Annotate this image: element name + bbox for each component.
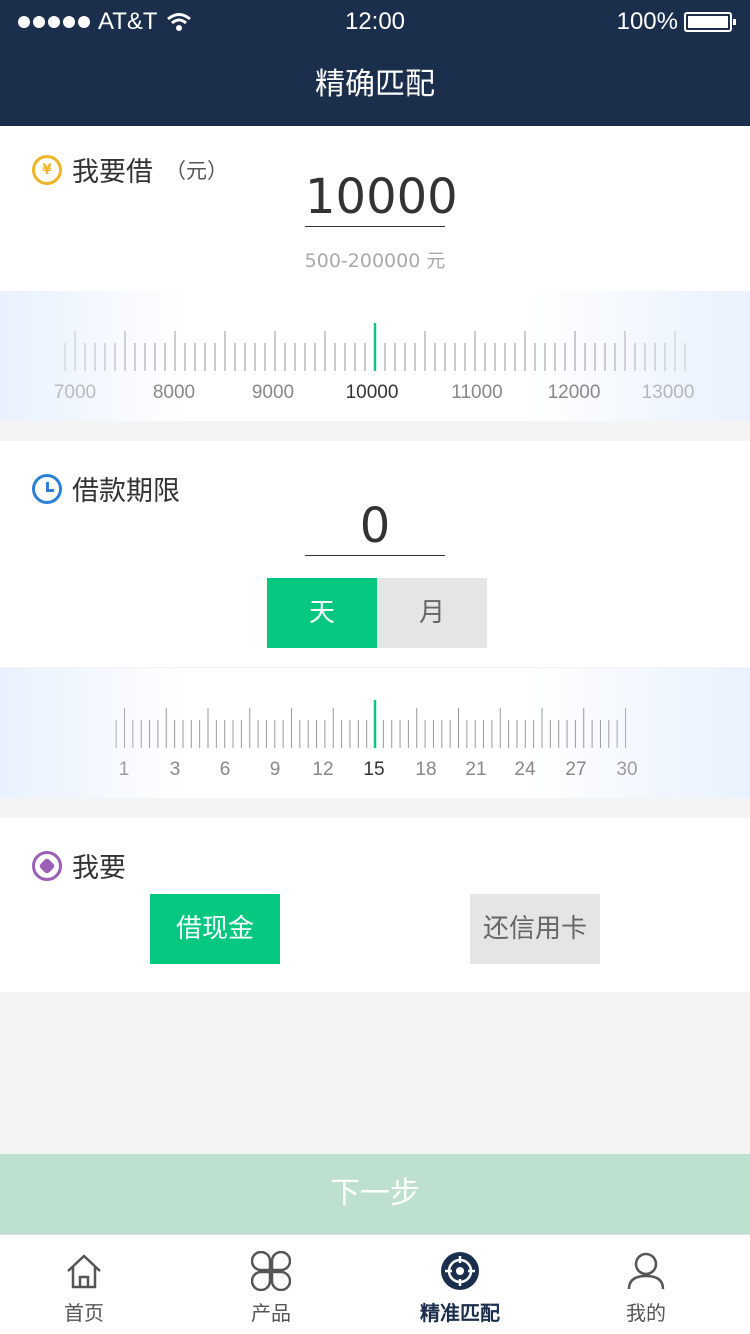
loan-amount-ruler[interactable]: 7000 8000 9000 10000 11000 12000 13000 xyxy=(0,291,750,421)
tab-home[interactable]: 首页 xyxy=(24,1235,144,1334)
loan-ruler-label: 8000 xyxy=(153,382,195,403)
loan-amount-header: ¥ 我要借 （元） xyxy=(32,150,228,189)
loan-amount-card: ¥ 我要借 （元） 10000 500-200000 元 xyxy=(0,126,750,291)
purpose-title: 我要 xyxy=(72,853,126,884)
loan-term-title: 借款期限 xyxy=(72,476,180,507)
battery-icon xyxy=(684,12,736,32)
home-icon xyxy=(67,1254,101,1289)
loan-ruler-label: 11000 xyxy=(451,382,502,403)
loan-ruler-label: 10000 xyxy=(346,382,399,403)
hexagon-icon xyxy=(32,850,62,881)
month-button[interactable]: 月 xyxy=(377,578,487,648)
yen-icon: ¥ xyxy=(32,154,62,185)
loan-ruler-label: 13000 xyxy=(642,382,695,403)
tab-mine[interactable]: 我的 xyxy=(586,1235,706,1334)
day-button[interactable]: 天 xyxy=(267,578,377,648)
term-ruler-label: 12 xyxy=(312,759,333,780)
loan-amount-title: 我要借 xyxy=(72,157,153,188)
term-ruler-label: 1 xyxy=(119,759,130,780)
term-ruler-label: 15 xyxy=(363,759,384,780)
loan-ruler-label: 7000 xyxy=(54,382,96,403)
loan-ruler-label: 9000 xyxy=(252,382,294,403)
purpose-header: 我要 xyxy=(32,846,126,885)
term-ruler-label: 6 xyxy=(220,759,231,780)
loan-amount-unit: （元） xyxy=(165,158,228,183)
term-ruler-label: 18 xyxy=(415,759,436,780)
tab-mine-label: 我的 xyxy=(626,1301,666,1325)
loan-term-ruler[interactable]: 1 3 6 9 12 15 18 21 24 27 30 xyxy=(0,668,750,798)
clock-icon xyxy=(32,473,62,504)
user-icon xyxy=(627,1252,665,1290)
term-ruler-label: 24 xyxy=(514,759,536,780)
next-step-button[interactable]: 下一步 xyxy=(0,1154,750,1234)
grid-icon xyxy=(251,1251,291,1291)
target-icon xyxy=(441,1252,479,1290)
loan-ruler-label: 12000 xyxy=(548,382,601,403)
battery-area: 100% xyxy=(616,8,736,36)
tab-precise-match-label: 精准匹配 xyxy=(420,1301,500,1325)
status-bar: AT&T 12:00 100% xyxy=(0,0,750,44)
tab-home-label: 首页 xyxy=(64,1301,104,1325)
term-ruler-label: 30 xyxy=(616,759,637,780)
term-ruler-label: 3 xyxy=(170,759,181,780)
repay-credit-card-button[interactable]: 还信用卡 xyxy=(470,894,600,964)
borrow-cash-button[interactable]: 借现金 xyxy=(150,894,280,964)
loan-amount-value[interactable]: 10000 xyxy=(305,168,458,227)
loan-amount-range: 500-200000 元 xyxy=(304,250,446,272)
term-ruler-label: 9 xyxy=(270,759,281,780)
term-ruler-label: 21 xyxy=(465,759,486,780)
battery-percent: 100% xyxy=(616,8,678,35)
loan-ruler-scale[interactable]: 7000 8000 9000 10000 11000 12000 13000 xyxy=(0,291,750,421)
loan-term-header: 借款期限 xyxy=(32,469,180,508)
tab-products-label: 产品 xyxy=(251,1301,291,1325)
term-ruler-label: 27 xyxy=(565,759,586,780)
tab-bar: 首页 产品 精准匹配 我的 xyxy=(0,1234,750,1334)
term-unit-toggle: 天 月 xyxy=(267,578,487,648)
term-ruler-scale[interactable]: 1 3 6 9 12 15 18 21 24 27 30 xyxy=(0,668,750,798)
purpose-card: 我要 xyxy=(0,818,750,992)
tab-precise-match[interactable]: 精准匹配 xyxy=(400,1235,520,1334)
tab-products[interactable]: 产品 xyxy=(211,1235,331,1334)
loan-term-value[interactable]: 0 xyxy=(305,497,445,556)
page-title: 精确匹配 xyxy=(0,44,750,126)
